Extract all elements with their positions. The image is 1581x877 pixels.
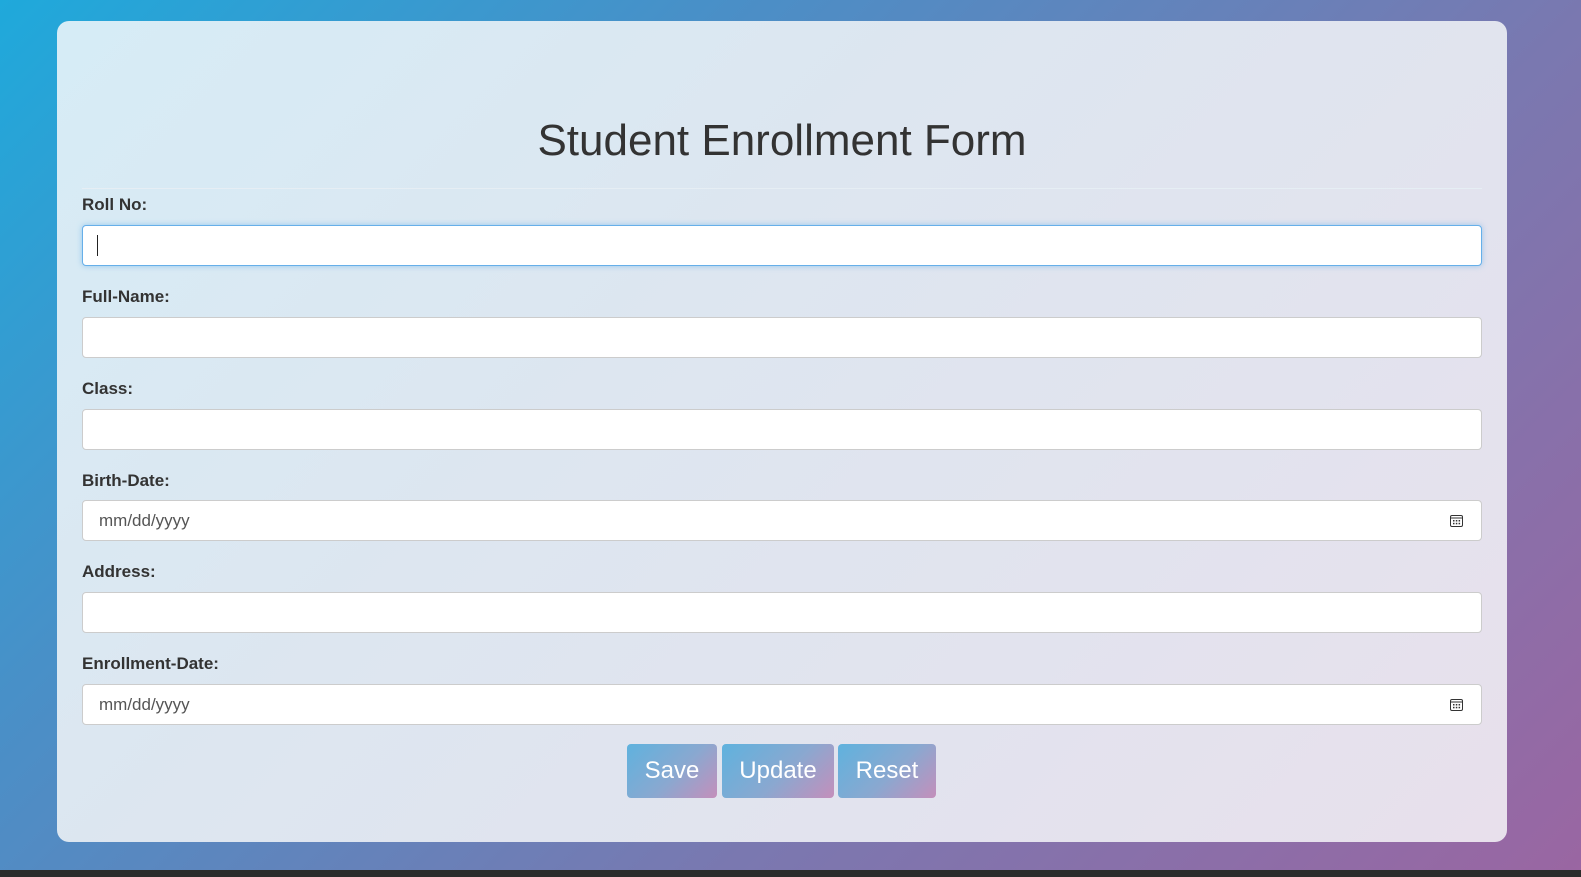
address-input[interactable] <box>82 592 1482 633</box>
calendar-icon[interactable] <box>1450 514 1463 527</box>
update-button[interactable]: Update <box>722 744 834 798</box>
full-name-input[interactable] <box>82 317 1482 358</box>
enrollment-form-card: Student Enrollment Form Roll No: Full-Na… <box>57 21 1507 842</box>
bottom-edge-strip <box>0 870 1581 877</box>
birth-date-input[interactable]: mm/dd/yyyy <box>82 500 1482 541</box>
page-title: Student Enrollment Form <box>537 116 1027 165</box>
address-label: Address: <box>82 562 156 581</box>
reset-button[interactable]: Reset <box>838 744 936 798</box>
birth-date-placeholder: mm/dd/yyyy <box>99 511 190 530</box>
roll-no-label: Roll No: <box>82 195 148 214</box>
enrollment-date-label: Enrollment-Date: <box>82 654 219 673</box>
full-name-label: Full-Name: <box>82 287 170 306</box>
roll-no-input[interactable] <box>82 225 1482 266</box>
text-caret <box>97 235 98 256</box>
save-button[interactable]: Save <box>627 744 717 798</box>
enrollment-date-placeholder: mm/dd/yyyy <box>99 695 190 714</box>
title-divider <box>82 188 1482 189</box>
class-label: Class: <box>82 379 134 398</box>
enrollment-date-input[interactable]: mm/dd/yyyy <box>82 684 1482 725</box>
calendar-icon[interactable] <box>1450 698 1463 711</box>
birth-date-label: Birth-Date: <box>82 471 170 490</box>
class-input[interactable] <box>82 409 1482 450</box>
